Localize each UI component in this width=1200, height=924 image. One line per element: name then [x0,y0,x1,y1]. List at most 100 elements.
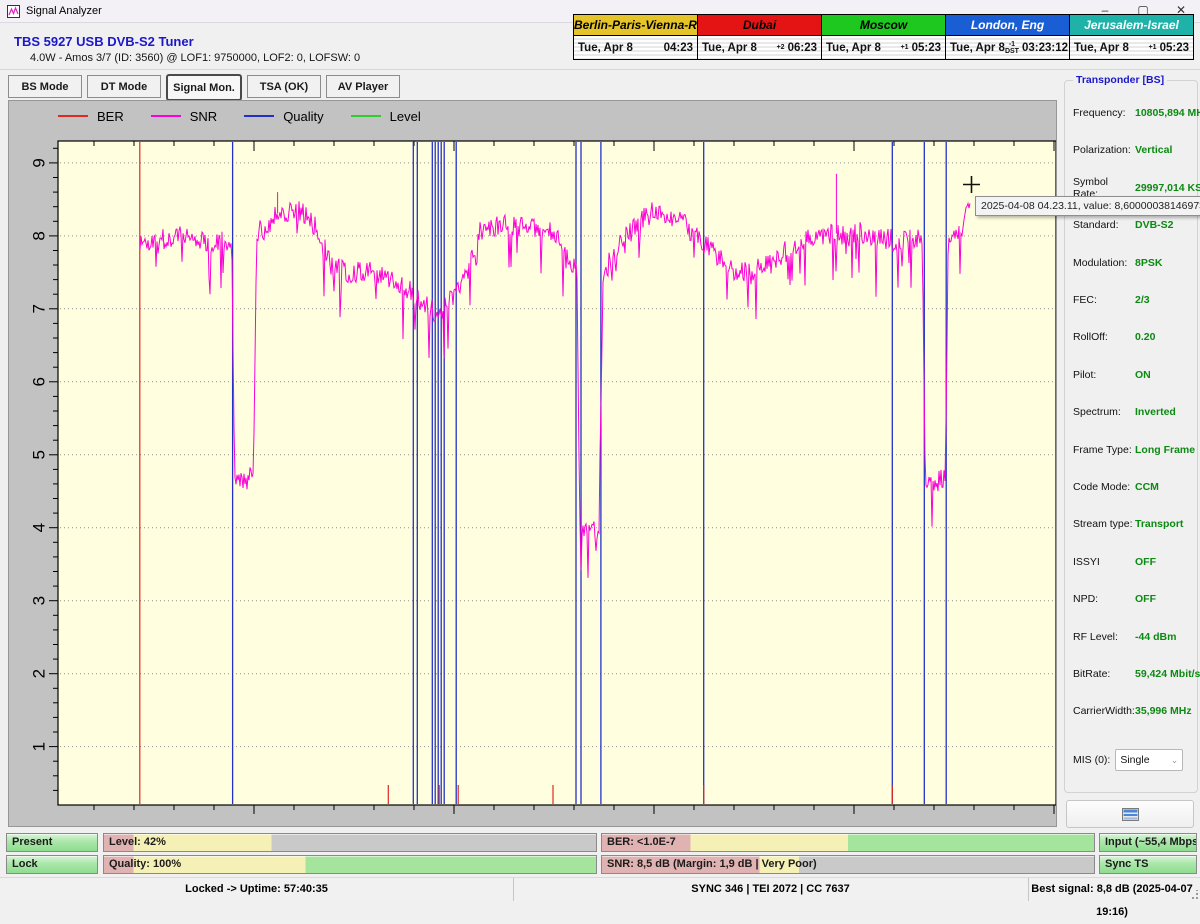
tab-av-player[interactable]: AV Player [326,75,400,98]
clock-city-label: Jerusalem-Israel [1070,15,1193,36]
field-value: 10805,894 MHz [1135,107,1200,119]
clock-time-row: Tue, Apr 804:23 [574,36,697,59]
transponder-field-frame-type: Frame Type:Long Frame [1073,443,1193,457]
resize-grip[interactable] [1189,890,1199,900]
field-value: 35,996 MHz [1135,705,1192,717]
clock-time-row: Tue, Apr 8 +206:23 [698,36,821,59]
transponder-field-npd: NPD:OFF [1073,592,1193,606]
clock-dubai: DubaiTue, Apr 8+206:23 [697,15,821,59]
field-label: RollOff: [1073,331,1135,343]
input-badge: Input (~55,4 Mbps) [1099,833,1197,852]
field-label: CarrierWidth: [1073,705,1135,717]
clock-time: 06:23 [788,42,817,54]
transponder-field-rolloff: RollOff:0.20 [1073,330,1193,344]
transponder-field-spectrum: Spectrum:Inverted [1073,405,1193,419]
mode-tab-bar: BS ModeDT ModeSignal Mon.TSA (OK)AV Play… [8,75,400,101]
field-value: OFF [1135,556,1156,568]
clock-time: 05:23 [1160,42,1189,54]
field-label: Pilot: [1073,369,1135,381]
field-label: Frame Type: [1073,444,1135,456]
world-clocks: Berlin-Paris-Vienna-RomaTue, Apr 804:23D… [573,14,1194,60]
mis-label: MIS (0): [1073,754,1110,766]
lock-badge: Lock [6,855,98,874]
field-value: Long Frame [1135,444,1195,456]
transponder-field-frequency: Frequency:10805,894 MHz [1073,106,1193,120]
svg-text:8: 8 [30,231,49,240]
clock-date: Tue, Apr 8 [1074,42,1129,54]
snr-plot[interactable]: 123456789 [9,101,1056,826]
legend-line-quality [244,115,274,117]
device-title: TBS 5927 USB DVB-S2 Tuner [14,34,194,49]
clock-utc-offset: +2 [777,44,785,51]
clock-utc-offset: +1 [901,44,909,51]
tab-tsa-ok[interactable]: TSA (OK) [247,75,321,98]
mis-dropdown[interactable]: Single ⌄ [1115,749,1183,771]
transponder-field-rf-level: RF Level:-44 dBm [1073,630,1193,644]
clock-berlin-paris-vienna-roma: Berlin-Paris-Vienna-RomaTue, Apr 804:23 [574,15,697,59]
field-value: 8PSK [1135,257,1162,269]
field-value: 2/3 [1135,294,1150,306]
svg-text:5: 5 [30,450,49,459]
legend-label-quality: Quality [283,109,323,124]
field-value: OFF [1135,593,1156,605]
status-bar: Locked -> Uptime: 57:40:35SYNC 346 | TEI… [0,877,1200,901]
field-label: RF Level: [1073,631,1135,643]
transponder-field-standard: Standard:DVB-S2 [1073,218,1193,232]
mis-selected-value: Single [1120,754,1149,766]
transponder-field-issyi: ISSYIOFF [1073,555,1193,569]
clock-time: 03:23:12 [1022,42,1068,54]
field-label: Stream type: [1073,518,1135,530]
quality-bar: Quality: 100% [103,855,597,874]
svg-text:6: 6 [30,377,49,386]
field-value: ON [1135,369,1151,381]
transponder-field-symbol-rate: Symbol Rate:29997,014 KS/s [1073,181,1193,195]
clock-utc-offset: +1 [1149,44,1157,51]
status-section-1: SYNC 346 | TEI 2072 | CC 7637 [513,878,1029,901]
transponder-field-modulation: Modulation:8PSK [1073,256,1193,270]
snr-bar: SNR: 8,5 dB (Margin: 1,9 dB | Very Poor) [601,855,1095,874]
device-subtitle: 4.0W - Amos 3/7 (ID: 3560) @ LOF1: 97500… [30,52,360,64]
field-value: -44 dBm [1135,631,1176,643]
clock-jerusalem-israel: Jerusalem-Israel Tue, Apr 8 +105:23 [1069,15,1193,59]
transponder-list-button[interactable] [1066,800,1194,828]
level-bar: Level: 42% [103,833,597,852]
transponder-field-polarization: Polarization:Vertical [1073,143,1193,157]
syncts-badge: Sync TS [1099,855,1197,874]
app-icon [7,5,20,18]
field-label: Standard: [1073,219,1135,231]
tab-signal-mon[interactable]: Signal Mon. [166,74,242,101]
header-separator [0,69,1200,70]
field-value: Inverted [1135,406,1176,418]
transponder-panel-title: Transponder [BS] [1073,74,1167,86]
legend-label-level: Level [390,109,421,124]
field-value: CCM [1135,481,1159,493]
clock-time-row: Tue, Apr 8+105:23 [822,36,945,59]
field-value: 59,424 Mbit/s [1135,668,1200,680]
field-label: BitRate: [1073,668,1135,680]
legend-label-snr: SNR [190,109,217,124]
field-label: Frequency: [1073,107,1135,119]
transponder-field-pilot: Pilot:ON [1073,368,1193,382]
clock-date: Tue, Apr 8 [826,42,881,54]
clock-london-eng: London, EngTue, Apr 8-1DST03:23:12 [945,15,1069,59]
clock-date: Tue, Apr 8 [950,42,1005,54]
svg-text:1: 1 [30,742,49,751]
svg-text:4: 4 [30,523,49,532]
clock-time-row: Tue, Apr 8-1DST03:23:12 [946,36,1069,59]
svg-text:2: 2 [30,669,49,678]
clock-date: Tue, Apr 8 [578,42,633,54]
field-value: Transport [1135,518,1183,530]
tab-dt-mode[interactable]: DT Mode [87,75,161,98]
field-value: 0.20 [1135,331,1155,343]
status-section-0: Locked -> Uptime: 57:40:35 [0,878,514,901]
field-label: ISSYI [1073,556,1135,568]
status-section-2: Best signal: 8,8 dB (2025-04-07 19:16) [1028,878,1196,901]
present-badge: Present [6,833,98,852]
table-icon [1122,808,1139,821]
tab-bs-mode[interactable]: BS Mode [8,75,82,98]
svg-text:9: 9 [30,158,49,167]
legend-line-level [351,115,381,117]
clock-date: Tue, Apr 8 [702,42,757,54]
window-title: Signal Analyzer [26,5,102,17]
clock-moscow: MoscowTue, Apr 8+105:23 [821,15,945,59]
